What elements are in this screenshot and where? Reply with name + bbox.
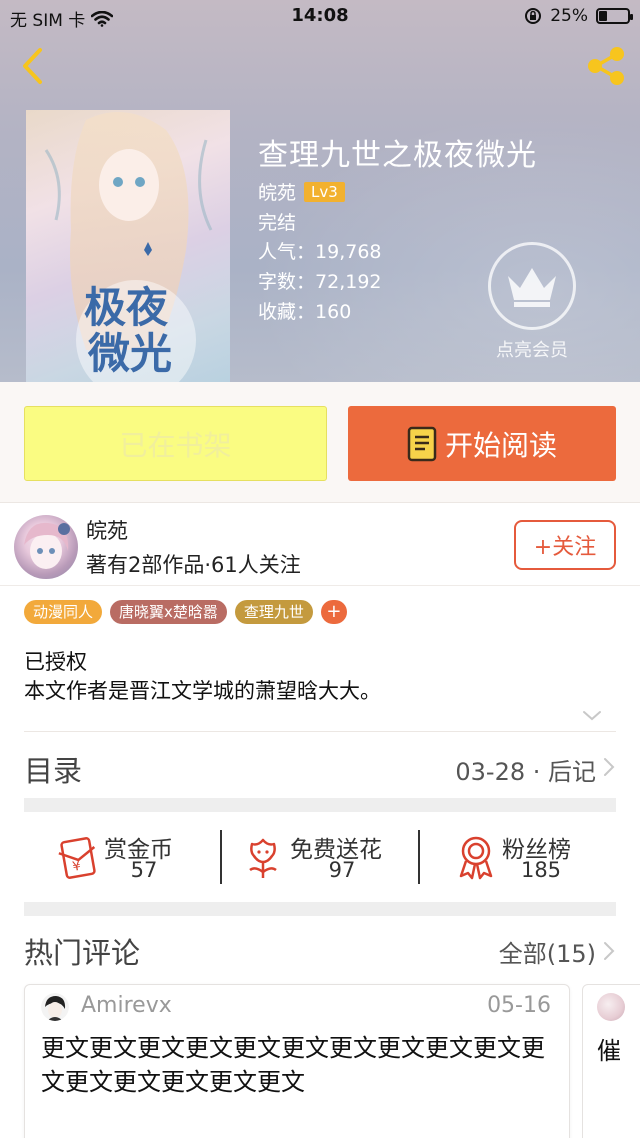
start-reading-label: 开始阅读: [444, 428, 557, 462]
tag-charlie-ix[interactable]: 查理九世: [234, 600, 313, 624]
add-tag-button[interactable]: +: [320, 600, 347, 624]
tag-list: 动漫同人 唐晓翼x楚晗嚣 查理九世 +: [24, 600, 347, 624]
reward-coins-button[interactable]: ¥ 赏金币 57: [56, 812, 206, 902]
chevron-right-icon: [604, 942, 615, 960]
battery-icon: [596, 8, 633, 24]
svg-text:¥: ¥: [71, 859, 82, 875]
rosette-badge-icon: [459, 836, 493, 880]
book-description: 已授权 本文作者是晋江文学城的萧望晗大大。: [24, 648, 381, 706]
fan-ranking-count: 185: [520, 858, 562, 882]
section-separator: [24, 902, 616, 916]
tag-anime-fanfic[interactable]: 动漫同人: [24, 600, 103, 624]
vip-circle: [488, 242, 576, 330]
popularity-label: 人气：: [258, 241, 316, 263]
cover-title-text: 极夜: [84, 283, 169, 332]
vip-label: 点亮会员: [496, 340, 568, 361]
popularity-value: 19,768: [315, 241, 382, 263]
chevron-down-icon: [583, 711, 601, 721]
favorites-label: 收藏：: [258, 301, 316, 323]
description-line: 本文作者是晋江文学城的萧望晗大大。: [24, 679, 381, 703]
cover-art: 极夜 微光: [44, 112, 213, 382]
comment-text: 更文更文更文更文更文更文更文更文更文更文更文更文更文更文更文更文: [41, 1034, 545, 1096]
favorites-value: 160: [315, 301, 352, 323]
commenter-avatar[interactable]: [41, 993, 69, 1021]
book-header: 无 SIM 卡 14:08 25% 极夜 微光 查理九世之极夜微光 皖苑 Lv3…: [0, 0, 640, 382]
section-separator: [24, 798, 616, 812]
in-bookshelf-button[interactable]: 已在书架: [24, 406, 327, 481]
author-stats: 著有2部作品·61人关注: [86, 553, 301, 577]
comment-card[interactable]: 催: [582, 984, 640, 1138]
wordcount-line: 字数：72,192: [258, 267, 382, 294]
follow-button[interactable]: +关注: [514, 520, 616, 570]
tag-pairing[interactable]: 唐晓翼x楚晗嚣: [110, 600, 227, 624]
author-section: 皖苑 著有2部作品·61人关注 +关注: [0, 502, 640, 586]
book-icon: [407, 426, 437, 461]
book-cover-image[interactable]: 极夜 微光: [26, 110, 230, 382]
book-author-line: 皖苑 Lv3: [258, 178, 345, 205]
table-of-contents-row[interactable]: 目录 03-28 · 后记: [0, 732, 640, 798]
flower-icon: [249, 838, 277, 878]
svg-text:微光: 微光: [87, 329, 172, 378]
red-envelope-yen-icon: ¥: [58, 837, 96, 879]
toc-title: 目录: [24, 754, 83, 788]
in-bookshelf-label: 已在书架: [119, 428, 232, 462]
stats-divider: [418, 830, 420, 884]
vip-button[interactable]: 点亮会员: [488, 242, 578, 362]
description-line: 已授权: [24, 650, 87, 674]
wordcount-value: 72,192: [315, 271, 382, 293]
fan-ranking-button[interactable]: 粉丝榜 185: [456, 812, 616, 902]
author-name[interactable]: 皖苑: [86, 515, 128, 545]
interaction-stats: ¥ 赏金币 57 免费送花 97 粉丝榜 185: [0, 812, 640, 902]
favorites-line: 收藏：160: [258, 297, 351, 324]
book-status: 完结: [258, 212, 297, 234]
send-flower-button[interactable]: 免费送花 97: [244, 812, 404, 902]
avatar-art: [24, 522, 70, 569]
share-button[interactable]: [584, 44, 628, 88]
all-comments-link[interactable]: 全部(15): [499, 934, 596, 969]
status-bar: 无 SIM 卡 14:08 25%: [0, 0, 640, 34]
commenter-name[interactable]: Amirevx: [81, 993, 172, 1018]
book-author[interactable]: 皖苑: [258, 182, 296, 204]
back-button[interactable]: [12, 44, 52, 88]
author-level-badge: Lv3: [304, 182, 345, 202]
popularity-line: 人气：19,768: [258, 237, 382, 264]
comment-card[interactable]: Amirevx 05-16 更文更文更文更文更文更文更文更文更文更文更文更文更文…: [24, 984, 570, 1138]
share-icon: [588, 47, 624, 85]
author-avatar[interactable]: [14, 515, 78, 579]
status-right: 25%: [524, 6, 633, 26]
stats-divider: [220, 830, 222, 884]
reward-coins-count: 57: [130, 858, 158, 882]
start-reading-button[interactable]: 开始阅读: [348, 406, 616, 481]
rotation-lock-icon: [525, 8, 542, 24]
wordcount-label: 字数：: [258, 271, 316, 293]
action-bar: 已在书架 开始阅读: [0, 382, 640, 502]
comment-text: 催: [597, 1037, 621, 1065]
commenter-avatar[interactable]: [597, 993, 625, 1021]
crown-icon: [508, 268, 556, 307]
battery-percent: 25%: [550, 6, 588, 26]
book-title: 查理九世之极夜微光: [258, 138, 537, 173]
expand-description-button[interactable]: [580, 706, 604, 726]
chevron-right-icon: [604, 758, 615, 776]
hot-comments-title: 热门评论: [24, 936, 141, 970]
chevron-left-icon: [23, 48, 42, 84]
avatar-art: [41, 993, 69, 1021]
comment-date: 05-16: [487, 993, 551, 1018]
send-flower-count: 97: [328, 858, 356, 882]
toc-latest-chapter: 03-28 · 后记: [455, 758, 596, 786]
